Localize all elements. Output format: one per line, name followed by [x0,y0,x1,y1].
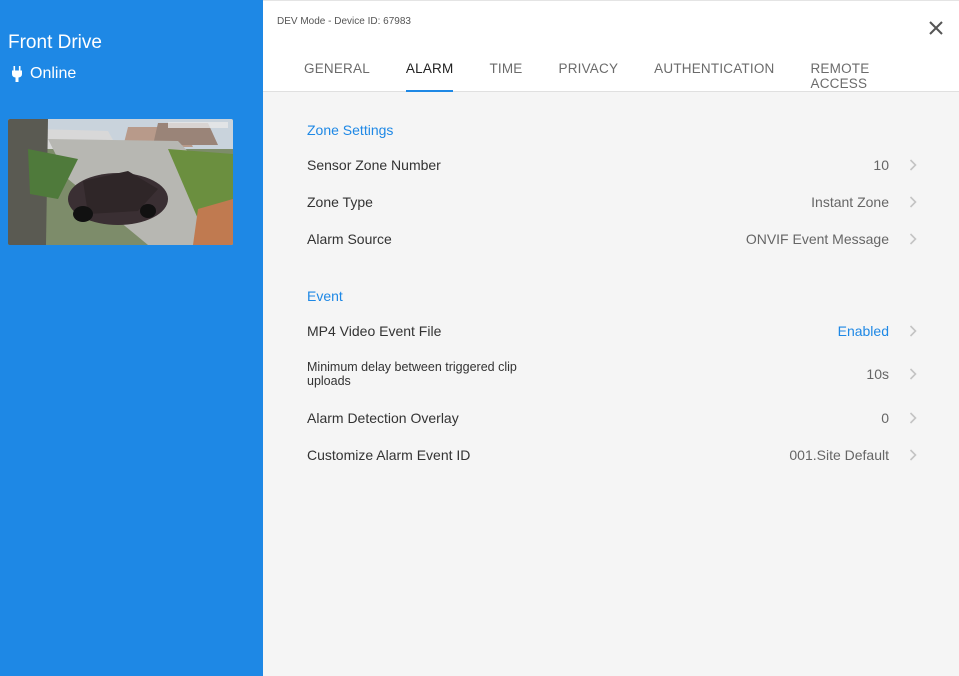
chevron-right-icon [909,449,917,461]
device-status: Online [11,65,76,83]
setting-label: MP4 Video Event File [307,323,442,339]
chevron-right-icon [909,325,917,337]
tab-authentication[interactable]: AUTHENTICATION [654,53,774,93]
setting-value: 001.Site Default [789,447,889,463]
tab-alarm[interactable]: ALARM [405,53,454,93]
sensor-zone-number-row[interactable]: Sensor Zone Number 10 [307,148,917,182]
setting-label: Alarm Source [307,231,392,247]
device-id-label: DEV Mode - Device ID: 67983 [277,16,411,27]
alarm-source-row[interactable]: Alarm Source ONVIF Event Message [307,222,917,256]
setting-label: Sensor Zone Number [307,157,441,173]
setting-label: Customize Alarm Event ID [307,447,471,463]
camera-snapshot[interactable] [8,119,233,245]
status-text: Online [30,65,77,82]
setting-label: Minimum delay between triggered clip upl… [307,360,517,388]
settings-header: DEV Mode - Device ID: 67983 GENERAL ALAR… [263,0,959,93]
tab-general[interactable]: GENERAL [304,53,370,93]
settings-tabs: GENERAL ALARM TIME PRIVACY AUTHENTICATIO… [304,53,959,93]
setting-label: Alarm Detection Overlay [307,410,459,426]
close-icon[interactable] [925,17,947,39]
minimum-delay-row[interactable]: Minimum delay between triggered clip upl… [307,357,917,391]
camera-snapshot-image [8,119,233,245]
device-name: Front Drive [8,32,102,53]
customize-alarm-event-id-row[interactable]: Customize Alarm Event ID 001.Site Defaul… [307,438,917,472]
zone-settings-title: Zone Settings [307,122,394,138]
chevron-right-icon [909,233,917,245]
tab-time[interactable]: TIME [489,53,522,93]
setting-value: 10 [873,157,889,173]
chevron-right-icon [909,368,917,380]
chevron-right-icon [909,412,917,424]
setting-value: Enabled [837,323,889,339]
alarm-detection-overlay-row[interactable]: Alarm Detection Overlay 0 [307,401,917,435]
plug-icon [12,66,22,82]
device-sidebar: Front Drive Online [0,0,263,676]
setting-value: 10s [866,366,889,382]
chevron-right-icon [909,159,917,171]
mp4-video-event-file-row[interactable]: MP4 Video Event File Enabled [307,314,917,348]
setting-value: Instant Zone [811,194,889,210]
setting-value: ONVIF Event Message [745,231,889,247]
setting-label: Zone Type [307,194,373,210]
zone-type-row[interactable]: Zone Type Instant Zone [307,185,917,219]
chevron-right-icon [909,196,917,208]
setting-value: 0 [881,410,889,426]
tab-remote-access[interactable]: REMOTE ACCESS [810,53,923,93]
alarm-settings-content: Zone Settings Sensor Zone Number 10 Zone… [263,92,959,676]
settings-panel: DEV Mode - Device ID: 67983 GENERAL ALAR… [263,0,959,676]
event-section-title: Event [307,288,343,304]
tab-privacy[interactable]: PRIVACY [559,53,619,93]
